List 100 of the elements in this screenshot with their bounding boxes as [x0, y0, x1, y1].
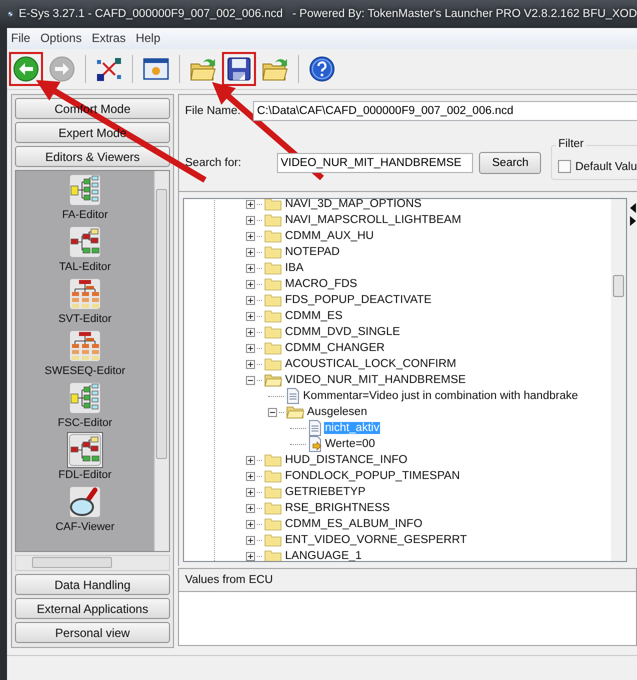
expand-icon[interactable] [246, 456, 255, 464]
folder-icon [264, 373, 282, 387]
tree-item[interactable]: HUD_DISTANCE_INFO [284, 454, 408, 466]
section-button[interactable]: Editors & Viewers [15, 146, 170, 167]
tree-item[interactable]: ACOUSTICAL_LOCK_CONFIRM [284, 358, 458, 370]
tree-item[interactable]: FDS_POPUP_DEACTIVATE [284, 294, 433, 306]
window-title: E-Sys 3.27.1 - CAFD_000000F9_007_002_006.ncd - Powered By: TokenMaster's Launcher PRO V2.8.2.162 BFU_XOD [18, 8, 637, 20]
scrollbar[interactable] [611, 199, 626, 561]
folder-icon [264, 325, 282, 339]
folder-icon [264, 293, 282, 307]
collapse-icon[interactable] [246, 376, 255, 384]
menu-item[interactable]: Help [136, 31, 160, 46]
document-icon [286, 388, 300, 404]
expand-icon[interactable] [246, 328, 255, 336]
scrollbar[interactable] [154, 171, 169, 551]
checkbox-label: Default Valu [575, 160, 637, 172]
tree-item[interactable]: CDMM_AUX_HU [284, 230, 375, 242]
scrollbar[interactable] [15, 555, 170, 571]
expand-icon[interactable] [246, 280, 255, 288]
expand-icon[interactable] [246, 200, 255, 208]
menu-item[interactable]: Extras [92, 31, 126, 46]
search-field[interactable]: VIDEO_NUR_MIT_HANDBREMSE [276, 152, 474, 172]
group-title: Filter [556, 138, 586, 150]
tree-item[interactable]: CDMM_DVD_SINGLE [284, 326, 402, 338]
document-arrow-icon [308, 436, 322, 452]
tree-item[interactable]: Ausgelesen [306, 406, 368, 418]
tree-item[interactable]: MACRO_FDS [284, 278, 358, 290]
checkbox[interactable]: Default Valu [558, 160, 637, 173]
folder-icon [264, 229, 282, 243]
expand-icon[interactable] [246, 248, 255, 256]
hierarchy-icon [69, 382, 101, 414]
field-label: File Name: [185, 105, 242, 117]
hierarchy-icon [68, 174, 101, 206]
tree-item[interactable]: NAVI_3D_MAP_OPTIONS [284, 199, 423, 210]
branch-diagram-icon [69, 434, 101, 466]
org-chart-icon [69, 330, 101, 362]
folder-icon [264, 533, 282, 547]
tool-item[interactable]: TAL-Editor [59, 224, 111, 274]
expand-icon[interactable] [246, 344, 255, 352]
tree-item[interactable]: IBA [284, 262, 305, 274]
folder-icon [264, 341, 282, 355]
tree-item[interactable]: FONDLOCK_POPUP_TIMESPAN [284, 470, 461, 482]
tree-item[interactable]: LANGUAGE_1 [284, 550, 363, 561]
folder-icon [264, 277, 282, 291]
menu-item[interactable]: Options [40, 31, 82, 46]
tree-item[interactable]: ENT_VIDEO_VORNE_GESPERRT [284, 534, 468, 546]
menu-item[interactable]: File [11, 31, 30, 46]
tool-item[interactable]: FSC-Editor [58, 380, 112, 430]
folder-icon [286, 405, 304, 419]
section-button[interactable]: Data Handling [15, 574, 170, 595]
folder-icon [264, 309, 282, 323]
document-icon [308, 420, 322, 436]
tree-item[interactable]: CDMM_CHANGER [284, 342, 386, 354]
folder-icon [264, 199, 282, 211]
tool-item[interactable]: SWESEQ-Editor [44, 328, 126, 378]
expand-icon[interactable] [246, 232, 255, 240]
expand-icon[interactable] [246, 296, 255, 304]
folder-icon [264, 245, 282, 259]
tree-item[interactable]: RSE_BRIGHTNESS [284, 502, 391, 514]
search-button[interactable]: Search [479, 152, 542, 174]
org-chart-icon [69, 278, 101, 310]
section-button[interactable]: Personal view [15, 622, 170, 643]
tree-item[interactable]: VIDEO_NUR_MIT_HANDBREMSE [284, 374, 467, 386]
checkbox-box[interactable] [558, 160, 572, 173]
section-button[interactable]: External Applications [15, 598, 170, 619]
tree-item[interactable]: CDMM_ES_ALBUM_INFO [284, 518, 424, 530]
expand-icon[interactable] [246, 472, 255, 480]
tree-item[interactable]: NOTEPAD [284, 246, 341, 258]
tree-item[interactable]: Kommentar=Video just in combination with handbrake [302, 390, 579, 402]
tree-item[interactable]: Werte=00 [324, 438, 376, 450]
file-name-field[interactable]: C:\Data\CAF\CAFD_000000F9_007_002_006.ncd [253, 101, 637, 121]
magnifier-icon [69, 486, 101, 518]
expand-icon[interactable] [246, 536, 255, 544]
expand-icon[interactable] [246, 520, 255, 528]
folder-icon [264, 469, 282, 483]
tool-item[interactable]: CAF-Viewer [55, 484, 115, 534]
expand-icon[interactable] [246, 360, 255, 368]
folder-icon [264, 501, 282, 515]
tree-item[interactable]: CDMM_ES [284, 310, 344, 322]
expand-icon[interactable] [246, 552, 255, 560]
tool-item[interactable]: FDL-Editor [58, 432, 112, 482]
tool-item[interactable]: FA-Editor [62, 172, 108, 222]
collapse-icon[interactable] [268, 408, 277, 416]
tree-item[interactable]: NAVI_MAPSCROLL_LIGHTBEAM [284, 214, 462, 226]
folder-icon [264, 357, 282, 371]
expand-icon[interactable] [246, 264, 255, 272]
folder-icon [264, 517, 282, 531]
folder-icon [264, 549, 282, 561]
branch-diagram-icon [68, 226, 101, 258]
left-right-arrows-icon[interactable] [629, 202, 637, 228]
expand-icon[interactable] [246, 216, 255, 224]
expand-icon[interactable] [246, 504, 255, 512]
tree-item[interactable]: GETRIEBETYP [284, 486, 367, 498]
folder-icon [264, 213, 282, 227]
folder-icon [264, 485, 282, 499]
expand-icon[interactable] [246, 312, 255, 320]
tool-item[interactable]: SVT-Editor [58, 276, 112, 326]
expand-icon[interactable] [246, 488, 255, 496]
folder-icon [264, 453, 282, 467]
folder-icon [264, 261, 282, 275]
